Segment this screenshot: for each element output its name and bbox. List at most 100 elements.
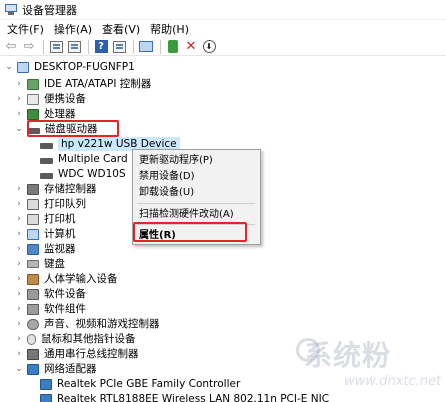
portable-device-icon: [27, 93, 39, 105]
tree-child-label: Realtek PCIe GBE Family Controller: [57, 378, 241, 391]
tree-child-label: WDC WD10S: [58, 168, 126, 181]
chevron-right-icon[interactable]: ›: [14, 212, 24, 226]
software-component-icon: [27, 303, 39, 315]
chevron-right-icon[interactable]: ›: [14, 107, 24, 121]
action-icon[interactable]: [111, 39, 127, 55]
tree-item-print-queue[interactable]: › 打印队列: [14, 197, 86, 212]
watermark-url: www.dnxtc.net: [344, 374, 442, 389]
printer-icon: [27, 213, 39, 225]
disk-drives-highlight: [27, 120, 119, 137]
chevron-right-icon[interactable]: ›: [14, 77, 24, 91]
chevron-right-icon[interactable]: ›: [14, 317, 24, 331]
toolbar-separator: [133, 39, 134, 54]
tree-item-ide[interactable]: › IDE ATA/ATAPI 控制器: [14, 77, 151, 92]
tree-item-label: 便携设备: [44, 93, 86, 106]
menu-item-uninstall-device[interactable]: 卸载设备(U): [139, 186, 194, 199]
tree-item-keyboard[interactable]: › 键盘: [14, 257, 65, 272]
menu-item-scan-hardware[interactable]: 扫描检测硬件改动(A): [139, 208, 234, 221]
properties-icon[interactable]: [48, 39, 64, 55]
tree-item-printer[interactable]: › 打印机: [14, 212, 76, 227]
title-bar: 设备管理器: [0, 0, 446, 20]
menu-item-update-driver[interactable]: 更新驱动程序(P): [139, 154, 213, 167]
tree-item-mouse[interactable]: › 鼠标和其他指针设备: [14, 332, 136, 347]
chevron-right-icon[interactable]: ›: [14, 287, 24, 301]
software-device-icon: [27, 288, 39, 300]
disable-glyph: ⬇: [202, 40, 216, 53]
menu-action[interactable]: 操作(A): [49, 21, 97, 38]
tree-item-label: 声音、视频和游戏控制器: [44, 318, 160, 331]
show-hidden-icon[interactable]: [66, 39, 82, 55]
tree-item-computer[interactable]: › 计算机: [14, 227, 76, 242]
network-adapter-icon: [27, 363, 39, 375]
storage-controller-icon: [27, 183, 39, 195]
chevron-right-icon[interactable]: ›: [14, 302, 24, 316]
tree-item-label: 监视器: [44, 243, 76, 256]
sound-icon: [27, 318, 39, 330]
keyboard-icon: [27, 260, 39, 269]
tree-item-storage[interactable]: › 存储控制器: [14, 182, 97, 197]
tree-item-label: 软件设备: [44, 288, 86, 301]
tree-item-portable[interactable]: › 便携设备: [14, 92, 86, 107]
processor-icon: [27, 108, 39, 120]
tree-child-realtek-gbe[interactable]: Realtek PCIe GBE Family Controller: [40, 377, 240, 392]
tree-child-wdc[interactable]: WDC WD10S: [40, 167, 126, 182]
network-adapter-icon: [40, 393, 52, 402]
tree-item-software-device[interactable]: › 软件设备: [14, 287, 86, 302]
watermark: 系统粉 www.dnxtc.net: [296, 334, 446, 402]
tree-child-label: Realtek RTL8188EE Wireless LAN 802.11n P…: [57, 393, 330, 402]
chevron-right-icon[interactable]: ›: [14, 197, 24, 211]
chevron-down-icon[interactable]: ⌄: [4, 60, 14, 74]
tree-child-realtek-wlan[interactable]: Realtek RTL8188EE Wireless LAN 802.11n P…: [40, 392, 329, 402]
toolbar: ⇦ ⇨ ? ✕ ⬇: [0, 38, 446, 56]
menu-item-disable-device[interactable]: 禁用设备(D): [139, 170, 195, 183]
tree-item-network[interactable]: ⌄ 网络适配器: [14, 362, 97, 377]
tree-item-label: 软件组件: [44, 303, 86, 316]
tree-item-software-component[interactable]: › 软件组件: [14, 302, 86, 317]
tree-item-monitor[interactable]: › 监视器: [14, 242, 76, 257]
computer-icon: [17, 61, 29, 73]
disable-icon[interactable]: ⬇: [201, 39, 217, 55]
tree-item-label: 打印机: [44, 213, 76, 226]
chevron-right-icon[interactable]: ›: [14, 272, 24, 286]
tree-item-label: 网络适配器: [44, 363, 97, 376]
chevron-right-icon[interactable]: ›: [14, 182, 24, 196]
tree-root[interactable]: ⌄ DESKTOP-FUGNFP1: [4, 60, 135, 75]
menu-bar: 文件(F) 操作(A) 查看(V) 帮助(H): [0, 21, 446, 38]
monitor-icon: [27, 243, 39, 255]
tree-item-sound[interactable]: › 声音、视频和游戏控制器: [14, 317, 160, 332]
device-manager-icon: [4, 3, 18, 16]
chevron-right-icon[interactable]: ›: [14, 227, 24, 241]
menu-view[interactable]: 查看(V): [97, 21, 145, 38]
menu-file[interactable]: 文件(F): [2, 21, 49, 38]
print-queue-icon: [27, 198, 39, 210]
tree-item-label: 键盘: [44, 258, 65, 271]
tree-item-label: 人体学输入设备: [44, 273, 118, 286]
tree-item-label: 鼠标和其他指针设备: [41, 333, 136, 346]
tree-child-multiple-card[interactable]: Multiple Card: [40, 152, 128, 167]
disk-drive-icon: [40, 142, 53, 149]
monitor-icon[interactable]: [138, 39, 154, 55]
help-icon[interactable]: ?: [93, 39, 109, 55]
chevron-down-icon[interactable]: ⌄: [14, 122, 24, 136]
chevron-right-icon[interactable]: ›: [14, 332, 24, 346]
uninstall-icon[interactable]: ✕: [183, 39, 199, 55]
chevron-right-icon[interactable]: ›: [14, 242, 24, 256]
tree-item-label: 存储控制器: [44, 183, 97, 196]
tree-item-label: IDE ATA/ATAPI 控制器: [44, 78, 152, 91]
back-icon[interactable]: ⇦: [3, 39, 19, 55]
tree-item-label: 打印队列: [44, 198, 86, 211]
tree-item-hid[interactable]: › 人体学输入设备: [14, 272, 118, 287]
update-driver-icon[interactable]: [165, 39, 181, 55]
tree-root-label: DESKTOP-FUGNFP1: [34, 61, 135, 74]
tree-item-label: 计算机: [44, 228, 76, 241]
computer-icon: [27, 228, 39, 240]
tree-item-usb[interactable]: › 通用串行总线控制器: [14, 347, 139, 362]
chevron-down-icon[interactable]: ⌄: [14, 362, 24, 376]
chevron-right-icon[interactable]: ›: [14, 92, 24, 106]
chevron-right-icon[interactable]: ›: [14, 257, 24, 271]
tree-item-label: 通用串行总线控制器: [44, 348, 139, 361]
watermark-text: 系统粉: [304, 339, 392, 372]
chevron-right-icon[interactable]: ›: [14, 347, 24, 361]
forward-icon[interactable]: ⇨: [21, 39, 37, 55]
menu-help[interactable]: 帮助(H): [145, 21, 194, 38]
